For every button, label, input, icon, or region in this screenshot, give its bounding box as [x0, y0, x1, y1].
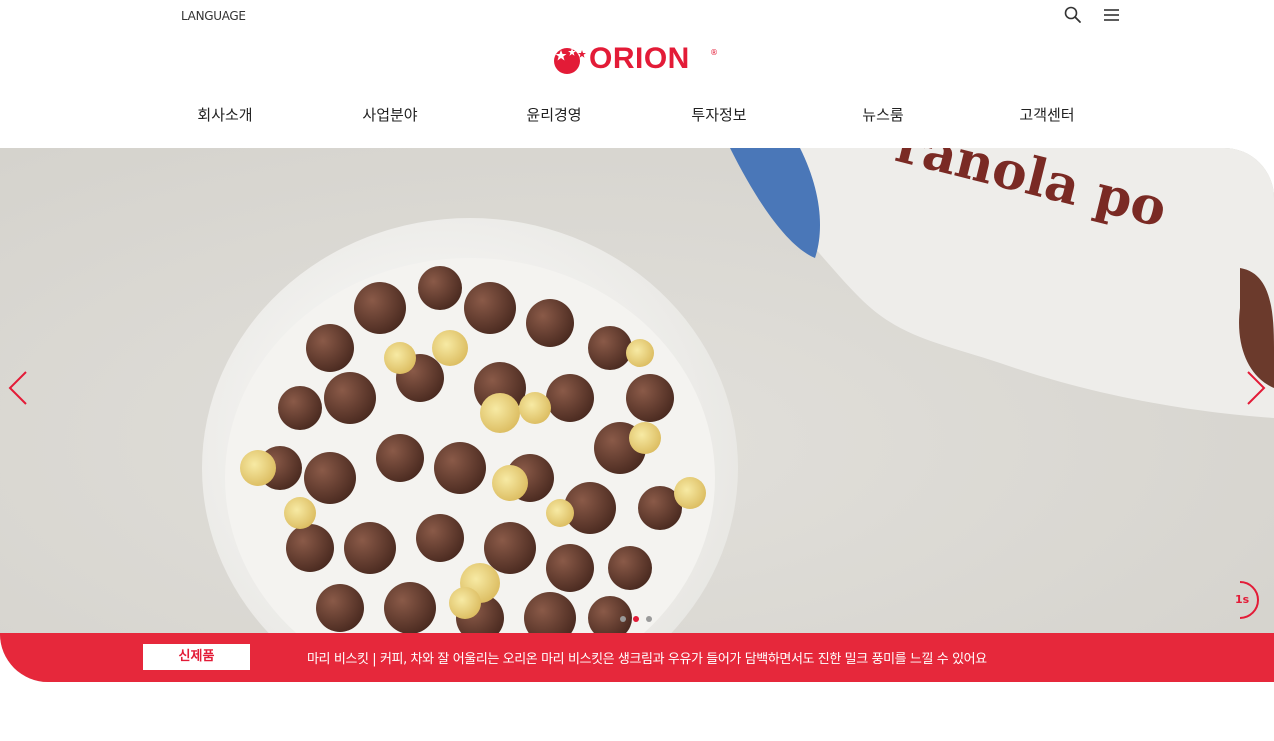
next-slide-button[interactable]	[1240, 368, 1270, 408]
nav-item-customer-center[interactable]: 고객센터	[1019, 104, 1074, 125]
hero-image: ranola po	[0, 148, 1274, 682]
nav-item-investor[interactable]: 투자정보	[691, 104, 746, 125]
prev-slide-button[interactable]	[4, 368, 34, 408]
chevron-left-icon	[8, 371, 27, 405]
slide-dot-1[interactable]	[620, 616, 626, 622]
search-icon[interactable]	[1062, 4, 1084, 26]
timer-label: 1s	[1235, 593, 1250, 606]
logo-registered-mark: ®	[710, 48, 718, 57]
nav-item-ethics[interactable]: 윤리경영	[526, 104, 581, 125]
nav-item-newsroom[interactable]: 뉴스룸	[862, 104, 903, 125]
logo-wordmark: ORION	[589, 42, 690, 75]
language-selector[interactable]: LANGUAGE	[181, 9, 246, 23]
nav-item-company[interactable]: 회사소개	[197, 104, 252, 125]
slide-dot-3[interactable]	[646, 616, 652, 622]
slide-dot-2[interactable]	[633, 616, 639, 622]
news-ticker-text[interactable]: 마리 비스킷 | 커피, 차와 잘 어울리는 오리온 마리 비스킷은 생크림과 …	[307, 648, 987, 667]
new-product-badge[interactable]: 신제품	[143, 644, 250, 670]
logo-star-icon	[554, 48, 586, 74]
main-nav: 회사소개 사업분야 윤리경영 투자정보 뉴스룸 고객센터	[0, 104, 1274, 128]
autoplay-timer[interactable]: 1s	[1226, 580, 1262, 620]
chevron-right-icon	[1247, 371, 1266, 405]
nav-item-business[interactable]: 사업분야	[362, 104, 417, 125]
hero-slider: ranola po	[0, 148, 1274, 682]
news-ticker-banner: 신제품 마리 비스킷 | 커피, 차와 잘 어울리는 오리온 마리 비스킷은 생…	[0, 633, 1274, 682]
hamburger-menu-icon[interactable]	[1100, 4, 1122, 26]
orion-logo[interactable]: ORION ®	[552, 42, 722, 78]
